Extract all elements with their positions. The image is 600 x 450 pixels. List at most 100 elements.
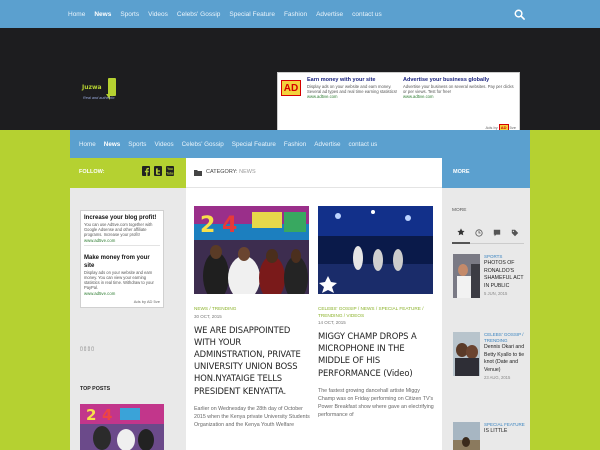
sidebar-post-text: CELEBS' GOSSIP / TRENDING Dennis Okari a…: [484, 332, 530, 381]
ad-text: Advertise your business on several websi…: [403, 84, 514, 95]
sidebar-ad-url[interactable]: www.ad5ve.com: [84, 290, 160, 297]
ad-column-earn[interactable]: Earn money with your site Display ads on…: [307, 77, 399, 100]
twitter-icon[interactable]: [154, 166, 162, 176]
main-content: CATEGORY: NEWS 2 4 NEWS / TRENDING 30 OC…: [186, 158, 442, 450]
top-nav-sports[interactable]: Sports: [120, 11, 139, 18]
follow-label: FOLLOW:: [79, 169, 105, 175]
left-sidebar: Increase your blog profit! You can use A…: [70, 188, 186, 450]
logo-wordmark: Juzwa: [82, 84, 102, 91]
tag-icon: [511, 229, 519, 237]
nav-celebs-gossip[interactable]: Celebs' Gossip: [182, 141, 224, 148]
tab-comments[interactable]: [488, 222, 506, 244]
sidebar-post-thumbnail[interactable]: [453, 254, 480, 298]
svg-text:Tube: Tube: [166, 171, 174, 175]
top-nav-news[interactable]: News: [94, 11, 111, 18]
svg-text:2: 2: [86, 406, 96, 424]
sidebar-tabs: [452, 222, 524, 244]
tab-popular[interactable]: [452, 222, 470, 244]
header-ad-banner[interactable]: AD Earn money with your site Display ads…: [277, 72, 520, 134]
nav-home[interactable]: Home: [79, 141, 96, 148]
sidebar-ads-by[interactable]: Ads by AD 5ve: [84, 299, 160, 304]
post-excerpt: The fastest growing dancehall artiste Mi…: [318, 387, 434, 419]
sidebar-post-date: 23 AUG, 2015: [484, 375, 511, 380]
nav-news[interactable]: News: [104, 141, 120, 148]
ad-title: Advertise your business globally: [403, 77, 490, 83]
top-nav-contact-us[interactable]: contact us: [352, 11, 382, 18]
sidebar-ad-divider: [84, 245, 160, 246]
post-excerpt: Earlier on Wednesday the 28th day of Oct…: [194, 405, 310, 429]
sidebar-post-title[interactable]: IS LITTLE: [484, 428, 530, 436]
top-nav-advertise[interactable]: Advertise: [316, 11, 343, 18]
sidebar-ad-text: You can use Ad5ve.com together with Goog…: [84, 222, 153, 237]
top-posts-heading: TOP POSTS: [80, 386, 111, 392]
top-nav-videos[interactable]: Videos: [148, 11, 168, 18]
tab-recent[interactable]: [470, 222, 488, 244]
more-header: MORE: [442, 158, 530, 188]
sidebar-ad-text: Display ads on your website and earn mon…: [84, 270, 154, 290]
sidebar-post-title[interactable]: PHOTOS OF RONALDO'S SHAMEFUL ACT IN PUBL…: [484, 260, 530, 290]
svg-text:4: 4: [102, 406, 112, 424]
follow-bar: FOLLOW: You Tube: [70, 158, 186, 188]
post-title[interactable]: MIGGY CHAMP DROPS A MICROPHONE IN THE MI…: [318, 330, 435, 379]
ad-title: Earn money with your site: [307, 77, 376, 83]
star-icon: [457, 228, 465, 236]
ad-text: Display ads on your website and earn mon…: [307, 84, 398, 95]
sidebar-post-thumbnail[interactable]: [453, 332, 480, 376]
post-thumbnail[interactable]: 2 4: [194, 206, 309, 300]
clock-icon: [475, 229, 483, 237]
post-date: 30 OCT, 2015: [194, 313, 222, 319]
site-logo[interactable]: Juzwa Real and authentic: [80, 78, 120, 108]
sidebar-post-thumbnail[interactable]: [453, 422, 480, 450]
nav-contact-us[interactable]: contact us: [349, 141, 378, 148]
ad-column-advertise[interactable]: Advertise your business globally Adverti…: [403, 77, 515, 100]
site-header: Juzwa Real and authentic AD Earn money w…: [0, 28, 600, 134]
top-navbar: Home News Sports Videos Celebs' Gossip S…: [0, 0, 600, 28]
svg-text:4: 4: [222, 213, 237, 238]
top-nav-fashion[interactable]: Fashion: [284, 11, 307, 18]
post-card[interactable]: CELEBS' GOSSIP / NEWS / SPECIAL FEATURE …: [318, 206, 435, 420]
post-thumbnail[interactable]: [318, 206, 433, 294]
nav-special-feature[interactable]: Special Feature: [232, 141, 276, 148]
nav-videos[interactable]: Videos: [154, 141, 173, 148]
svg-text:2: 2: [200, 213, 215, 238]
category-bar: CATEGORY: NEWS: [186, 158, 442, 188]
more-heading: MORE: [453, 169, 470, 175]
category-label: CATEGORY: NEWS: [206, 169, 256, 175]
nav-fashion[interactable]: Fashion: [284, 141, 306, 148]
top-post-thumbnail[interactable]: 2 4: [80, 404, 164, 450]
top-nav-home[interactable]: Home: [68, 11, 85, 18]
ad-url[interactable]: www.ad5ve.com: [403, 94, 515, 100]
sidebar-post-title[interactable]: Dennis Okari and Betty Kyallo to tie kno…: [484, 344, 530, 374]
more-label: MORE: [452, 208, 467, 213]
top-nav-celebs-gossip[interactable]: Celebs' Gossip: [177, 11, 221, 18]
sidebar-ad-heading: Increase your blog profit!: [84, 215, 157, 221]
post-date: 14 OCT, 2015: [318, 320, 346, 325]
sidebar-placeholder-glyphs: ▯▯▯▯: [80, 346, 96, 352]
nav-sports[interactable]: Sports: [128, 141, 146, 148]
sidebar-ad-url[interactable]: www.ad5ve.com: [84, 237, 160, 244]
category-prefix: CATEGORY:: [206, 169, 238, 175]
tab-tags[interactable]: [506, 222, 524, 244]
ad-url[interactable]: www.ad5ve.com: [307, 94, 399, 100]
post-card[interactable]: 2 4 NEWS / TRENDING 30 OCT, 2015 WE ARE …: [194, 206, 311, 429]
sidebar-post-category[interactable]: CELEBS' GOSSIP / TRENDING: [484, 332, 530, 344]
comment-icon: [493, 229, 501, 237]
post-categories[interactable]: CELEBS' GOSSIP / NEWS / SPECIAL FEATURE …: [318, 306, 435, 319]
search-icon[interactable]: [514, 9, 525, 20]
top-nav-special-feature[interactable]: Special Feature: [229, 11, 275, 18]
right-sidebar: MORE SPORTS PHOTOS OF RONALDO'S SHAMEFUL…: [442, 188, 530, 450]
sidebar-post-text: SPECIAL FEATURE IS LITTLE: [484, 422, 530, 436]
nav-advertise[interactable]: Advertise: [314, 141, 340, 148]
category-value: NEWS: [239, 169, 256, 175]
youtube-icon[interactable]: You Tube: [166, 166, 174, 176]
facebook-icon[interactable]: [142, 166, 150, 176]
folder-icon: [194, 170, 202, 176]
logo-tagline: Real and authentic: [83, 96, 115, 100]
sidebar-ad-heading: Make money from your site: [84, 255, 150, 269]
sidebar-post-text: SPORTS PHOTOS OF RONALDO'S SHAMEFUL ACT …: [484, 254, 530, 297]
top-nav-menu: Home News Sports Videos Celebs' Gossip S…: [68, 0, 391, 28]
page-gutter-right: [530, 158, 600, 450]
post-title[interactable]: WE ARE DISAPPOINTED WITH YOUR ADMINSTRAT…: [194, 324, 311, 397]
sidebar-ad-blog-profit[interactable]: Increase your blog profit! You can use A…: [80, 210, 164, 308]
sidebar-post-date: 5 JUN, 2015: [484, 291, 508, 296]
